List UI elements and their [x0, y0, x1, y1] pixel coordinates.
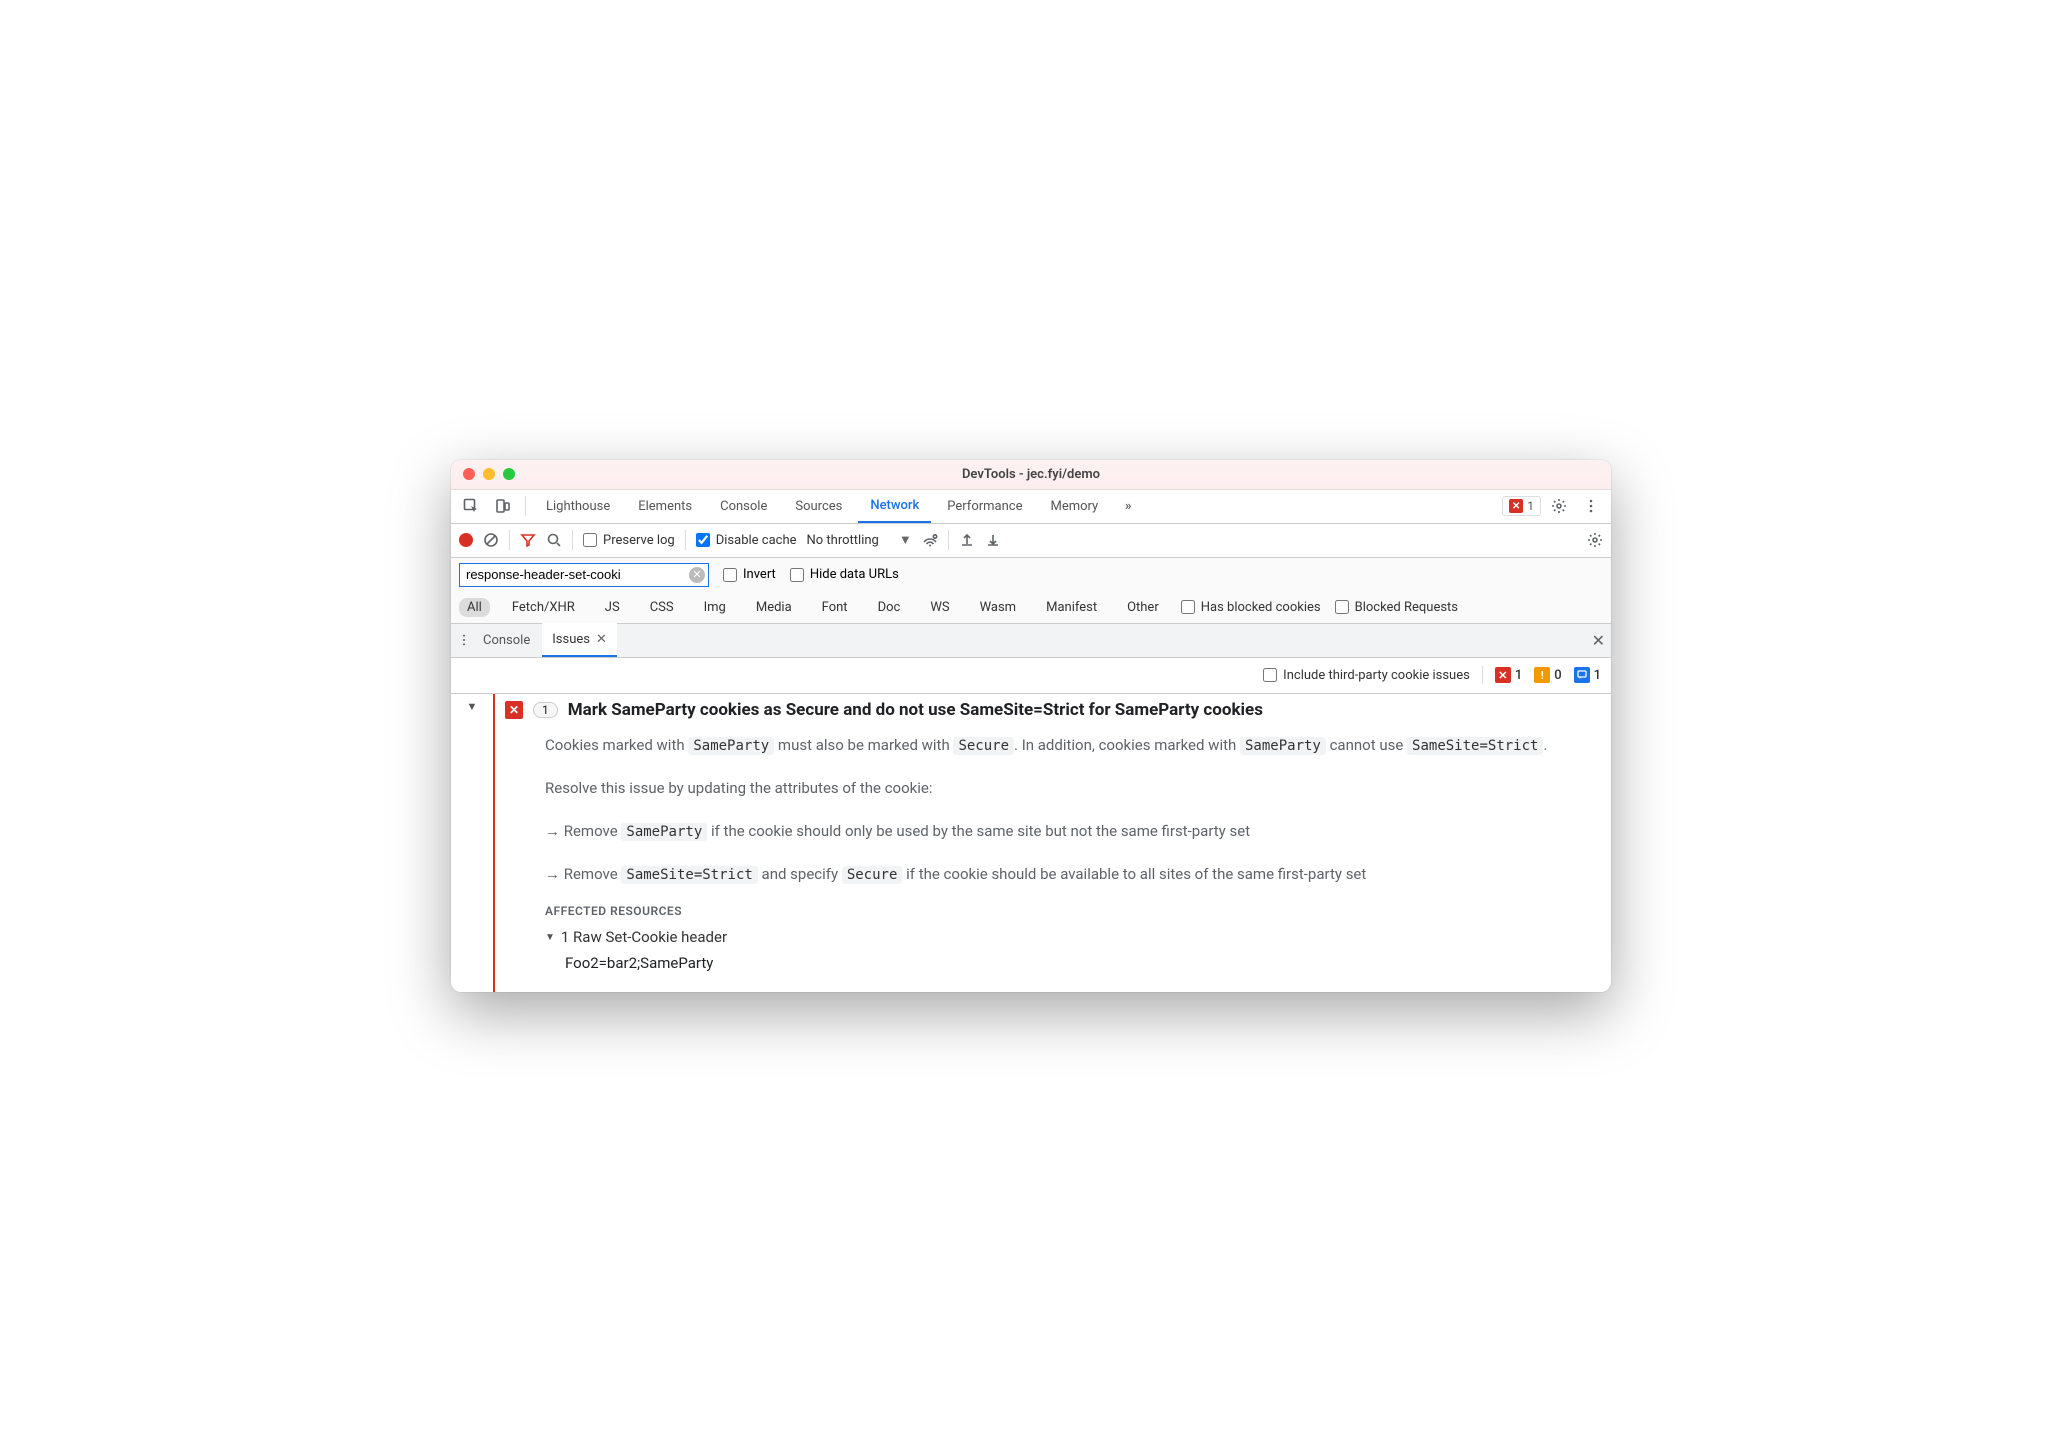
affected-resources-heading: AFFECTED RESOURCES: [545, 904, 1593, 918]
error-issues-count[interactable]: ✕ 1: [1495, 667, 1522, 683]
issues-panel: ▼ ✕ 1 Mark SameParty cookies as Secure a…: [451, 694, 1611, 993]
tab-lighthouse[interactable]: Lighthouse: [534, 489, 622, 523]
settings-icon[interactable]: [1545, 492, 1573, 520]
issue-gutter: ▼: [451, 694, 493, 993]
drawer-kebab-icon[interactable]: [457, 633, 471, 647]
main-tab-strip: Lighthouse Elements Console Sources Netw…: [451, 490, 1611, 524]
error-count: 1: [1527, 499, 1534, 513]
type-ws[interactable]: WS: [922, 598, 957, 617]
preserve-log-checkbox[interactable]: Preserve log: [583, 533, 675, 548]
issue-description: Cookies marked with SameParty must also …: [505, 732, 1593, 889]
filter-input[interactable]: [459, 563, 709, 587]
warning-issues-count[interactable]: ! 0: [1534, 667, 1561, 683]
download-icon[interactable]: [985, 532, 1001, 548]
inspect-element-icon[interactable]: [457, 492, 485, 520]
error-icon: ✕: [1509, 499, 1523, 513]
issue-title: Mark SameParty cookies as Secure and do …: [568, 700, 1263, 720]
hide-data-urls-checkbox[interactable]: Hide data URLs: [790, 567, 899, 582]
close-tab-icon[interactable]: ✕: [596, 632, 607, 647]
tab-elements[interactable]: Elements: [626, 489, 704, 523]
close-drawer-icon[interactable]: ✕: [1592, 631, 1605, 650]
type-all[interactable]: All: [459, 598, 490, 617]
affected-resource-row[interactable]: ▼ 1 Raw Set-Cookie header: [545, 928, 1593, 946]
network-toolbar: Preserve log Disable cache No throttling…: [451, 524, 1611, 558]
tab-network[interactable]: Network: [858, 489, 931, 523]
error-icon: ✕: [505, 701, 523, 719]
kebab-menu-icon[interactable]: [1577, 492, 1605, 520]
expand-issue-icon[interactable]: ▼: [467, 700, 478, 713]
warning-icon: !: [1534, 667, 1550, 683]
type-css[interactable]: CSS: [642, 598, 682, 617]
type-js[interactable]: JS: [597, 598, 628, 617]
info-issues-count[interactable]: 1: [1574, 667, 1601, 683]
clear-icon[interactable]: [483, 532, 499, 548]
tab-sources[interactable]: Sources: [783, 489, 854, 523]
device-toolbar-icon[interactable]: [489, 492, 517, 520]
issue-occurrence-count: 1: [533, 702, 558, 718]
clear-filter-icon[interactable]: ✕: [689, 567, 705, 583]
filter-row: ✕ Invert Hide data URLs: [451, 558, 1611, 592]
drawer-tab-strip: Console Issues ✕ ✕: [451, 624, 1611, 658]
invert-checkbox[interactable]: Invert: [723, 567, 776, 582]
more-tabs-icon[interactable]: »: [1114, 492, 1142, 520]
record-button[interactable]: [459, 533, 473, 547]
tab-console[interactable]: Console: [708, 489, 779, 523]
type-media[interactable]: Media: [748, 598, 800, 617]
info-icon: [1574, 667, 1590, 683]
throttling-select[interactable]: No throttling ▼: [807, 532, 912, 548]
chevron-down-icon: ▼: [899, 532, 912, 548]
search-icon[interactable]: [546, 532, 562, 548]
chevron-down-icon: ▼: [545, 932, 555, 943]
network-settings-icon[interactable]: [1587, 532, 1603, 548]
error-count-badge[interactable]: ✕ 1: [1502, 496, 1541, 516]
titlebar: DevTools - jec.fyi/demo: [451, 460, 1611, 490]
type-other[interactable]: Other: [1119, 598, 1167, 617]
tab-memory[interactable]: Memory: [1038, 489, 1110, 523]
filter-icon[interactable]: [520, 532, 536, 548]
issues-toolbar: Include third-party cookie issues ✕ 1 ! …: [451, 658, 1611, 694]
window-title: DevTools - jec.fyi/demo: [451, 467, 1611, 482]
drawer-tab-console[interactable]: Console: [473, 623, 540, 657]
type-manifest[interactable]: Manifest: [1038, 598, 1105, 617]
tab-performance[interactable]: Performance: [935, 489, 1034, 523]
type-doc[interactable]: Doc: [870, 598, 909, 617]
network-conditions-icon[interactable]: [922, 532, 938, 548]
type-img[interactable]: Img: [696, 598, 734, 617]
blocked-requests-checkbox[interactable]: Blocked Requests: [1335, 600, 1458, 615]
include-third-party-checkbox[interactable]: Include third-party cookie issues: [1263, 668, 1470, 683]
type-wasm[interactable]: Wasm: [972, 598, 1025, 617]
type-font[interactable]: Font: [814, 598, 856, 617]
has-blocked-cookies-checkbox[interactable]: Has blocked cookies: [1181, 600, 1321, 615]
type-fetch-xhr[interactable]: Fetch/XHR: [504, 598, 583, 617]
issue-item: ✕ 1 Mark SameParty cookies as Secure and…: [495, 694, 1611, 993]
affected-resources: AFFECTED RESOURCES ▼ 1 Raw Set-Cookie he…: [505, 904, 1593, 972]
error-icon: ✕: [1495, 667, 1511, 683]
drawer-tab-issues[interactable]: Issues ✕: [542, 623, 617, 657]
request-type-filters: All Fetch/XHR JS CSS Img Media Font Doc …: [451, 592, 1611, 624]
raw-cookie-value: Foo2=bar2;SameParty: [545, 954, 1593, 972]
disable-cache-checkbox[interactable]: Disable cache: [696, 533, 797, 548]
devtools-window: DevTools - jec.fyi/demo Lighthouse Eleme…: [451, 460, 1611, 993]
upload-icon[interactable]: [959, 532, 975, 548]
